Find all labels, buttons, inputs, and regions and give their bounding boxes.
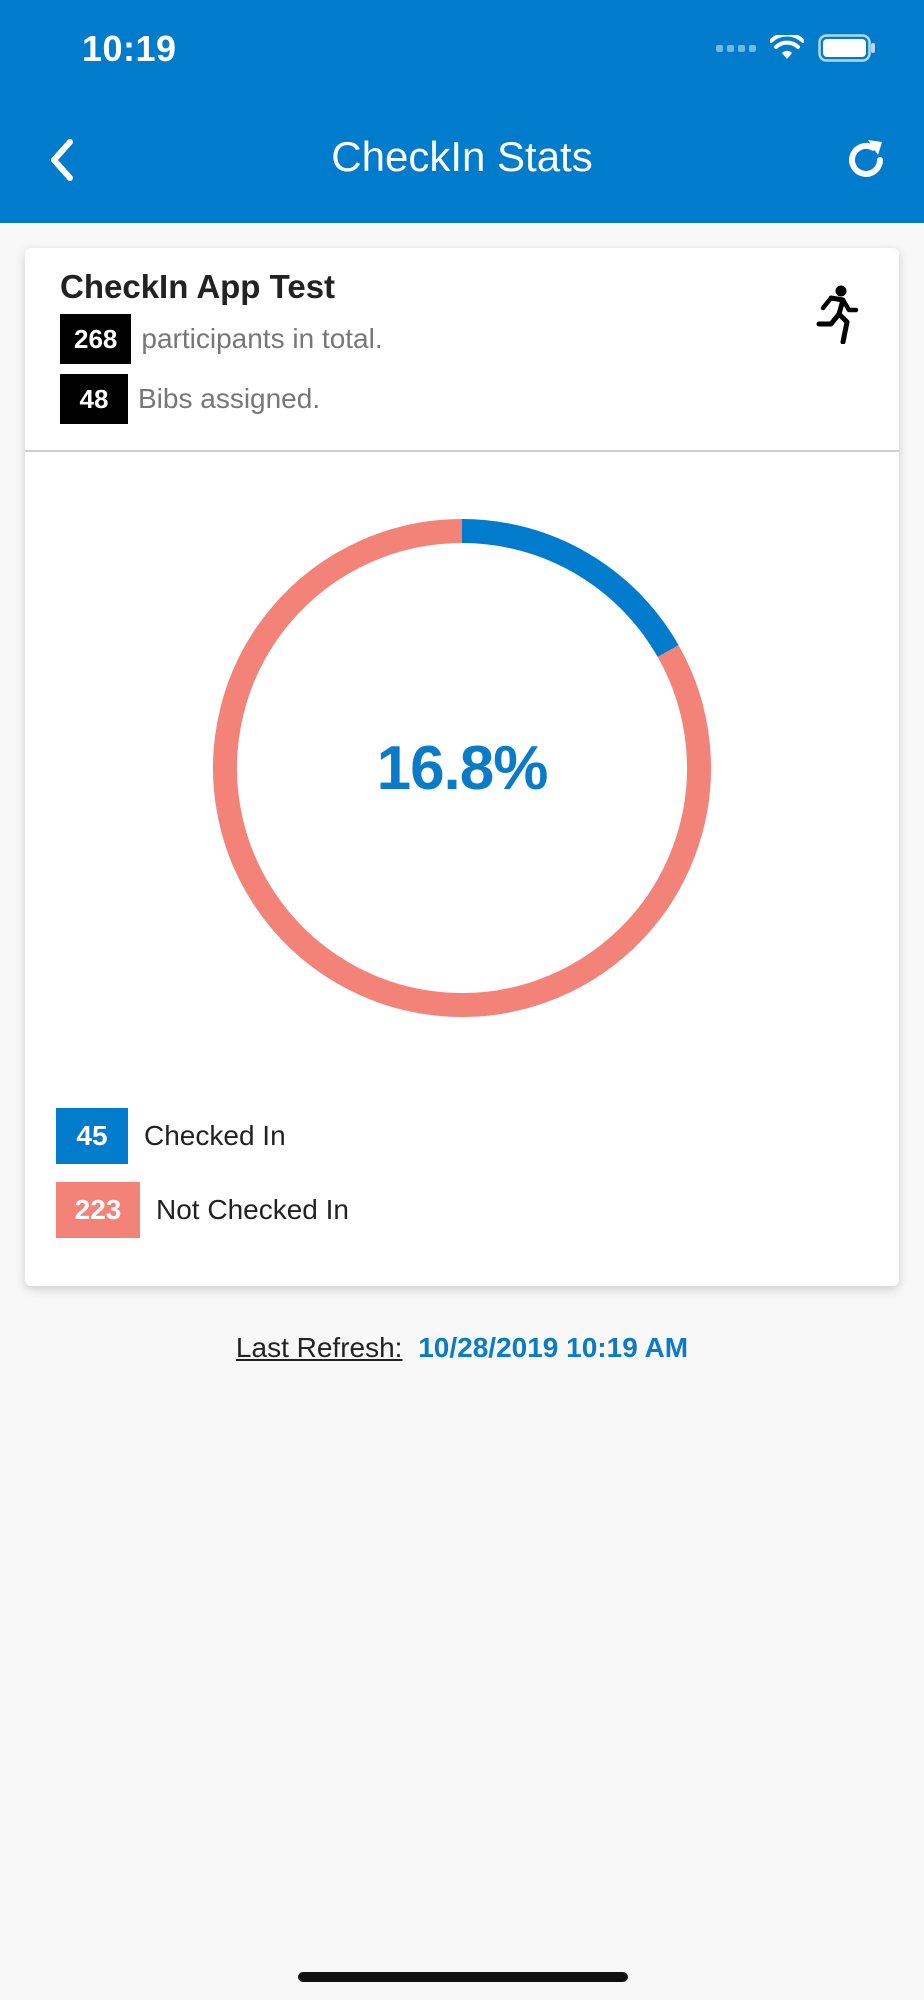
runner-icon (816, 285, 859, 344)
status-time: 10:19 (82, 28, 177, 69)
last-refresh: Last Refresh: 10/28/2019 10:19 AM (0, 1332, 924, 1364)
bibs-row: 48 Bibs assigned. (60, 374, 320, 424)
battery-icon (818, 34, 875, 62)
card-divider (25, 450, 899, 452)
last-refresh-value: 10/28/2019 10:19 AM (418, 1332, 689, 1363)
refresh-button[interactable] (842, 136, 890, 184)
home-indicator (298, 1972, 628, 1982)
not-checked-in-count-badge: 223 (56, 1182, 140, 1238)
wifi-icon (770, 35, 804, 59)
participants-row: 268 participants in total. (60, 314, 383, 364)
bibs-text: Bibs assigned. (138, 383, 321, 414)
checkin-percentage: 16.8% (376, 733, 549, 803)
checked-in-label: Checked In (144, 1120, 286, 1151)
not-checked-in-label: Not Checked In (156, 1194, 349, 1225)
legend-not-checked-in: 223 Not Checked In (56, 1182, 349, 1238)
participants-text: participants in total. (141, 323, 383, 354)
participants-count-badge: 268 (60, 314, 132, 364)
status-icons (716, 34, 876, 62)
event-title: CheckIn App Test (60, 268, 336, 305)
stats-card: CheckIn App Test 268 participants in tot… (25, 248, 899, 1286)
app-bar: 10:19 CheckIn Stats (0, 0, 924, 223)
legend-checked-in: 45 Checked In (56, 1108, 286, 1164)
signal-icon (716, 44, 756, 52)
refresh-icon (849, 140, 883, 177)
bibs-count-badge: 48 (60, 374, 128, 424)
last-refresh-label: Last Refresh: (235, 1332, 403, 1363)
page-title: CheckIn Stats (331, 133, 593, 180)
checked-in-count-badge: 45 (56, 1108, 128, 1164)
